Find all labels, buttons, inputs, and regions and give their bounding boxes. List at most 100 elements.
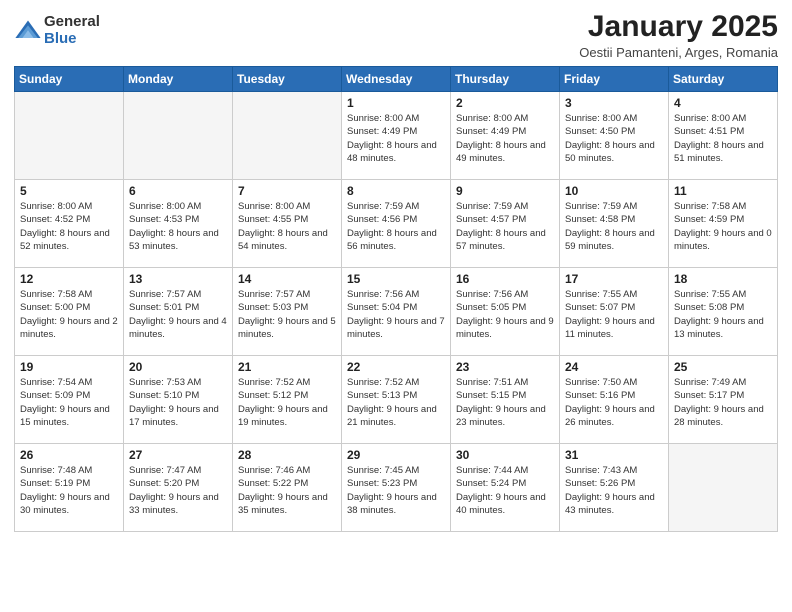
day-number: 15 — [347, 272, 445, 286]
day-info: Sunrise: 7:52 AM Sunset: 5:12 PM Dayligh… — [238, 376, 336, 429]
title-block: January 2025 Oestii Pamanteni, Arges, Ro… — [579, 10, 778, 60]
calendar-cell: 30Sunrise: 7:44 AM Sunset: 5:24 PM Dayli… — [451, 444, 560, 532]
calendar-cell: 24 Sunrise: 7:50 AM Sunset: 5:16 PM Dayli… — [560, 356, 669, 444]
calendar-cell: 14 Sunrise: 7:57 AM Sunset: 5:03 PM Dayli… — [233, 268, 342, 356]
day-number: 21 — [238, 360, 336, 374]
logo-icon — [14, 17, 42, 45]
logo-general: General — [44, 14, 100, 31]
day-info: Sunrise: 8:00 AM Sunset: 4:49 PM Dayligh… — [456, 112, 554, 165]
header-thursday: Thursday — [451, 67, 560, 92]
day-number: 9 — [456, 184, 554, 198]
calendar-cell: 28 Sunrise: 7:46 AM Sunset: 5:22 PM Dayli… — [233, 444, 342, 532]
calendar-cell: 31Sunrise: 7:43 AM Sunset: 5:26 PM Dayli… — [560, 444, 669, 532]
day-number: 13 — [129, 272, 227, 286]
logo-text: General Blue — [44, 14, 100, 47]
calendar-cell: 9 Sunrise: 7:59 AM Sunset: 4:57 PM Daylig… — [451, 180, 560, 268]
day-info: Sunrise: 7:50 AM Sunset: 5:16 PM Dayligh… — [565, 376, 663, 429]
day-number: 18 — [674, 272, 772, 286]
calendar-cell: 26 Sunrise: 7:48 AM Sunset: 5:19 PM Dayli… — [15, 444, 124, 532]
day-number: 3 — [565, 96, 663, 110]
day-info: Sunrise: 7:55 AM Sunset: 5:07 PM Dayligh… — [565, 288, 663, 341]
calendar-cell: 17 Sunrise: 7:55 AM Sunset: 5:07 PM Dayli… — [560, 268, 669, 356]
day-info: Sunrise: 7:57 AM Sunset: 5:03 PM Dayligh… — [238, 288, 336, 341]
day-info: Sunrise: 8:00 AM Sunset: 4:52 PM Dayligh… — [20, 200, 118, 253]
day-info: Sunrise: 7:46 AM Sunset: 5:22 PM Dayligh… — [238, 464, 336, 517]
calendar-cell: 4 Sunrise: 8:00 AM Sunset: 4:51 PM Daylig… — [669, 92, 778, 180]
calendar-cell: 3 Sunrise: 8:00 AM Sunset: 4:50 PM Daylig… — [560, 92, 669, 180]
day-number: 20 — [129, 360, 227, 374]
day-info: Sunrise: 7:48 AM Sunset: 5:19 PM Dayligh… — [20, 464, 118, 517]
calendar-cell: 8 Sunrise: 7:59 AM Sunset: 4:56 PM Daylig… — [342, 180, 451, 268]
calendar-cell — [15, 92, 124, 180]
calendar-cell: 29 Sunrise: 7:45 AM Sunset: 5:23 PM Dayli… — [342, 444, 451, 532]
day-number: 12 — [20, 272, 118, 286]
day-number: 1 — [347, 96, 445, 110]
calendar-cell — [233, 92, 342, 180]
day-number: 19 — [20, 360, 118, 374]
calendar-cell — [124, 92, 233, 180]
calendar-week-4: 26 Sunrise: 7:48 AM Sunset: 5:19 PM Dayli… — [15, 444, 778, 532]
day-info: Sunrise: 7:59 AM Sunset: 4:58 PM Dayligh… — [565, 200, 663, 253]
day-info: Sunrise: 7:56 AM Sunset: 5:04 PM Dayligh… — [347, 288, 445, 341]
day-number: 26 — [20, 448, 118, 462]
page: General Blue January 2025 Oestii Pamante… — [0, 0, 792, 612]
calendar-cell — [669, 444, 778, 532]
day-info: Sunrise: 7:55 AM Sunset: 5:08 PM Dayligh… — [674, 288, 772, 341]
header: General Blue January 2025 Oestii Pamante… — [14, 10, 778, 60]
calendar-week-3: 19Sunrise: 7:54 AM Sunset: 5:09 PM Dayli… — [15, 356, 778, 444]
calendar-cell: 1Sunrise: 8:00 AM Sunset: 4:49 PM Daylig… — [342, 92, 451, 180]
day-number: 31 — [565, 448, 663, 462]
calendar-table: Sunday Monday Tuesday Wednesday Thursday… — [14, 66, 778, 532]
calendar-cell: 13 Sunrise: 7:57 AM Sunset: 5:01 PM Dayli… — [124, 268, 233, 356]
day-number: 22 — [347, 360, 445, 374]
calendar-cell: 5 Sunrise: 8:00 AM Sunset: 4:52 PM Daylig… — [15, 180, 124, 268]
day-number: 16 — [456, 272, 554, 286]
day-info: Sunrise: 7:56 AM Sunset: 5:05 PM Dayligh… — [456, 288, 554, 341]
day-info: Sunrise: 8:00 AM Sunset: 4:50 PM Dayligh… — [565, 112, 663, 165]
day-number: 10 — [565, 184, 663, 198]
header-saturday: Saturday — [669, 67, 778, 92]
calendar-cell: 18 Sunrise: 7:55 AM Sunset: 5:08 PM Dayli… — [669, 268, 778, 356]
day-number: 2 — [456, 96, 554, 110]
day-info: Sunrise: 7:59 AM Sunset: 4:57 PM Dayligh… — [456, 200, 554, 253]
day-number: 28 — [238, 448, 336, 462]
day-number: 24 — [565, 360, 663, 374]
calendar-subtitle: Oestii Pamanteni, Arges, Romania — [579, 45, 778, 60]
day-number: 4 — [674, 96, 772, 110]
calendar-cell: 19Sunrise: 7:54 AM Sunset: 5:09 PM Dayli… — [15, 356, 124, 444]
calendar-cell: 16 Sunrise: 7:56 AM Sunset: 5:05 PM Dayli… — [451, 268, 560, 356]
header-sunday: Sunday — [15, 67, 124, 92]
day-number: 23 — [456, 360, 554, 374]
calendar-week-1: 5 Sunrise: 8:00 AM Sunset: 4:52 PM Daylig… — [15, 180, 778, 268]
day-info: Sunrise: 7:45 AM Sunset: 5:23 PM Dayligh… — [347, 464, 445, 517]
calendar-cell: 10 Sunrise: 7:59 AM Sunset: 4:58 PM Dayli… — [560, 180, 669, 268]
day-number: 25 — [674, 360, 772, 374]
calendar-cell: 23Sunrise: 7:51 AM Sunset: 5:15 PM Dayli… — [451, 356, 560, 444]
calendar-title: January 2025 — [579, 10, 778, 43]
weekday-header-row: Sunday Monday Tuesday Wednesday Thursday… — [15, 67, 778, 92]
day-info: Sunrise: 7:44 AM Sunset: 5:24 PM Dayligh… — [456, 464, 554, 517]
day-number: 8 — [347, 184, 445, 198]
calendar-cell: 20Sunrise: 7:53 AM Sunset: 5:10 PM Dayli… — [124, 356, 233, 444]
day-info: Sunrise: 7:57 AM Sunset: 5:01 PM Dayligh… — [129, 288, 227, 341]
logo: General Blue — [14, 14, 100, 47]
calendar-cell: 27Sunrise: 7:47 AM Sunset: 5:20 PM Dayli… — [124, 444, 233, 532]
day-info: Sunrise: 8:00 AM Sunset: 4:55 PM Dayligh… — [238, 200, 336, 253]
calendar-cell: 25Sunrise: 7:49 AM Sunset: 5:17 PM Dayli… — [669, 356, 778, 444]
day-number: 11 — [674, 184, 772, 198]
day-info: Sunrise: 7:58 AM Sunset: 5:00 PM Dayligh… — [20, 288, 118, 341]
calendar-cell: 6Sunrise: 8:00 AM Sunset: 4:53 PM Daylig… — [124, 180, 233, 268]
day-number: 5 — [20, 184, 118, 198]
calendar-cell: 12 Sunrise: 7:58 AM Sunset: 5:00 PM Dayli… — [15, 268, 124, 356]
day-info: Sunrise: 7:59 AM Sunset: 4:56 PM Dayligh… — [347, 200, 445, 253]
header-friday: Friday — [560, 67, 669, 92]
calendar-cell: 22Sunrise: 7:52 AM Sunset: 5:13 PM Dayli… — [342, 356, 451, 444]
logo-blue: Blue — [44, 31, 100, 48]
day-number: 14 — [238, 272, 336, 286]
calendar-week-2: 12 Sunrise: 7:58 AM Sunset: 5:00 PM Dayli… — [15, 268, 778, 356]
header-tuesday: Tuesday — [233, 67, 342, 92]
day-number: 17 — [565, 272, 663, 286]
day-number: 29 — [347, 448, 445, 462]
header-monday: Monday — [124, 67, 233, 92]
day-info: Sunrise: 8:00 AM Sunset: 4:51 PM Dayligh… — [674, 112, 772, 165]
